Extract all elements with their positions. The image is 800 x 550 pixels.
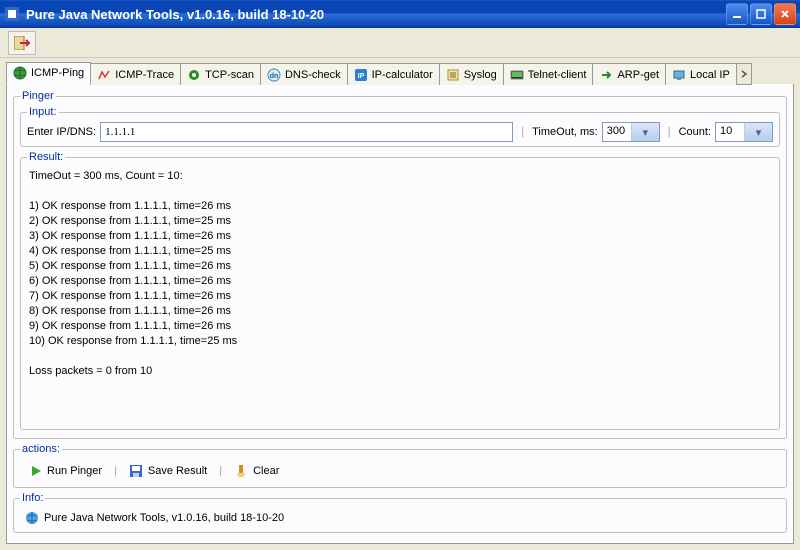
tab-arp-get[interactable]: ARP-get <box>592 63 666 85</box>
ip-input[interactable] <box>100 122 513 142</box>
arp-icon <box>599 68 613 82</box>
info-legend: Info: <box>20 492 45 504</box>
trace-icon <box>97 68 111 82</box>
tab-syslog[interactable]: Syslog <box>439 63 504 85</box>
play-icon <box>30 465 42 477</box>
actions-group: actions: Run Pinger | Save Result | Clea… <box>13 443 787 488</box>
tab-strip: ICMP-Ping ICMP-Trace TCP-scan dn DNS-che… <box>0 58 800 84</box>
separator: | <box>664 126 675 138</box>
globe-icon <box>13 66 27 80</box>
minimize-button[interactable] <box>726 3 748 25</box>
save-label: Save Result <box>148 465 207 477</box>
pinger-group: Pinger Input: Enter IP/DNS: | TimeOut, m… <box>13 90 787 439</box>
tab-icmp-ping[interactable]: ICMP-Ping <box>6 62 91 84</box>
run-label: Run Pinger <box>47 465 102 477</box>
clear-icon <box>234 464 248 478</box>
close-button[interactable] <box>774 3 796 25</box>
save-icon <box>129 464 143 478</box>
tab-telnet-client[interactable]: Telnet-client <box>503 63 594 85</box>
tab-label: ARP-get <box>617 69 659 81</box>
app-icon <box>4 6 20 22</box>
tab-local-ip[interactable]: Local IP <box>665 63 737 85</box>
tab-content: Pinger Input: Enter IP/DNS: | TimeOut, m… <box>6 84 794 544</box>
ip-label: Enter IP/DNS: <box>27 126 96 138</box>
toolbar <box>0 28 800 58</box>
tab-label: Telnet-client <box>528 69 587 81</box>
tab-ip-calculator[interactable]: IP IP-calculator <box>347 63 440 85</box>
chevron-down-icon: ▾ <box>744 123 772 141</box>
tab-label: Local IP <box>690 69 730 81</box>
timeout-value: 300 <box>603 123 631 141</box>
count-select[interactable]: 10 ▾ <box>715 122 773 142</box>
syslog-icon <box>446 68 460 82</box>
telnet-icon <box>510 68 524 82</box>
clear-label: Clear <box>253 465 279 477</box>
tab-label: ICMP-Ping <box>31 67 84 79</box>
separator: | <box>114 465 117 477</box>
scan-icon <box>187 68 201 82</box>
tab-icmp-trace[interactable]: ICMP-Trace <box>90 63 181 85</box>
input-legend: Input: <box>27 106 59 118</box>
localip-icon <box>672 68 686 82</box>
maximize-button[interactable] <box>750 3 772 25</box>
ip-icon: IP <box>354 68 368 82</box>
run-pinger-button[interactable]: Run Pinger <box>24 462 108 480</box>
globe-icon <box>25 511 39 525</box>
tab-label: DNS-check <box>285 69 341 81</box>
exit-toolbar-button[interactable] <box>8 31 36 55</box>
tab-label: IP-calculator <box>372 69 433 81</box>
count-value: 10 <box>716 123 744 141</box>
actions-legend: actions: <box>20 443 62 455</box>
result-group: Result: TimeOut = 300 ms, Count = 10: 1)… <box>20 151 780 430</box>
timeout-label: TimeOut, ms: <box>532 126 598 138</box>
input-group: Input: Enter IP/DNS: | TimeOut, ms: 300 … <box>20 106 780 147</box>
timeout-select[interactable]: 300 ▾ <box>602 122 660 142</box>
svg-text:dn: dn <box>270 73 279 80</box>
tab-tcp-scan[interactable]: TCP-scan <box>180 63 261 85</box>
tab-label: Syslog <box>464 69 497 81</box>
chevron-down-icon: ▾ <box>631 123 659 141</box>
separator: | <box>517 126 528 138</box>
separator: | <box>219 465 222 477</box>
result-legend: Result: <box>27 151 65 163</box>
titlebar: Pure Java Network Tools, v1.0.16, build … <box>0 0 800 28</box>
save-result-button[interactable]: Save Result <box>123 461 213 481</box>
tab-scroll-right[interactable] <box>736 63 752 85</box>
count-label: Count: <box>679 126 711 138</box>
tab-label: TCP-scan <box>205 69 254 81</box>
window-title: Pure Java Network Tools, v1.0.16, build … <box>26 7 726 22</box>
clear-button[interactable]: Clear <box>228 461 285 481</box>
dns-icon: dn <box>267 68 281 82</box>
svg-text:IP: IP <box>357 73 364 80</box>
info-group: Info: Pure Java Network Tools, v1.0.16, … <box>13 492 787 533</box>
result-output: TimeOut = 300 ms, Count = 10: 1) OK resp… <box>27 167 773 425</box>
info-text: Pure Java Network Tools, v1.0.16, build … <box>44 512 284 524</box>
tab-dns-check[interactable]: dn DNS-check <box>260 63 348 85</box>
tab-label: ICMP-Trace <box>115 69 174 81</box>
pinger-legend: Pinger <box>20 90 56 102</box>
